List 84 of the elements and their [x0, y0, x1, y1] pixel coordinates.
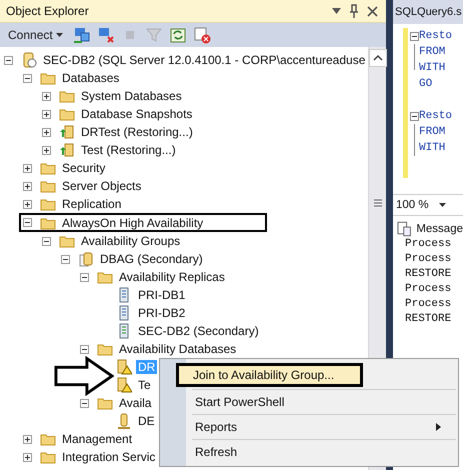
- expand-icon[interactable]: [42, 146, 51, 154]
- tree-item[interactable]: AlwaysOn High Availability: [60, 216, 206, 230]
- tree-item[interactable]: Availability Replicas: [117, 270, 227, 284]
- collapse-icon[interactable]: [4, 56, 13, 64]
- tree-item[interactable]: Te: [136, 378, 153, 392]
- collapse-icon[interactable]: [23, 74, 32, 82]
- collapse-icon[interactable]: [61, 254, 70, 264]
- tree-item[interactable]: Management: [60, 432, 134, 446]
- tree-item[interactable]: DRTest (Restoring...): [79, 125, 195, 139]
- collapse-icon[interactable]: [42, 236, 51, 246]
- collapse-icon[interactable]: [410, 32, 418, 40]
- database-warning-icon: [116, 377, 132, 393]
- expand-icon[interactable]: [42, 110, 51, 118]
- code-line: GO: [419, 78, 432, 90]
- tree-item[interactable]: PRI-DB2: [136, 306, 188, 320]
- dropdown-icon[interactable]: [332, 8, 341, 14]
- message-line: Process: [404, 298, 452, 312]
- message-line: Process: [404, 238, 452, 252]
- pin-icon[interactable]: [349, 4, 359, 18]
- tree-item[interactable]: Availa: [117, 396, 154, 410]
- menu-item[interactable]: Join to Availability Group...: [176, 363, 364, 387]
- menu-item[interactable]: Reports: [162, 417, 456, 437]
- expand-icon[interactable]: [23, 200, 32, 208]
- tree-item[interactable]: DBAG (Secondary): [98, 252, 205, 266]
- zoom-dropdown[interactable]: 100 %: [393, 199, 446, 211]
- code-line: WITH: [419, 62, 446, 74]
- tree-item[interactable]: PRI-DB1: [136, 288, 188, 302]
- code-line: Resto: [419, 110, 452, 122]
- collapse-icon[interactable]: [80, 398, 89, 408]
- collapse-icon[interactable]: [23, 218, 32, 227]
- expand-icon[interactable]: [42, 128, 51, 136]
- document-x-icon[interactable]: [192, 26, 211, 44]
- database-up-arrow-icon: [59, 142, 75, 158]
- tree-item[interactable]: SEC-DB2 (Secondary): [136, 324, 261, 338]
- refresh-icon[interactable]: [168, 26, 187, 44]
- code-line: FROM: [419, 46, 446, 58]
- tree-item[interactable]: DE: [136, 414, 157, 428]
- messages-icon: [397, 221, 412, 237]
- tree-item[interactable]: Server Objects: [60, 179, 144, 193]
- disconnect-server-icon[interactable]: [96, 26, 115, 44]
- code-line: FROM: [419, 126, 446, 138]
- code-line: Resto: [419, 30, 452, 42]
- tree-item[interactable]: Integration Servic: [60, 450, 158, 464]
- tree-item[interactable]: Databases: [60, 71, 122, 85]
- collapse-icon[interactable]: [80, 272, 89, 282]
- database-warning-icon: [116, 359, 132, 375]
- message-line: RESTORE: [404, 268, 452, 282]
- expand-icon[interactable]: [23, 434, 32, 444]
- connect-server-icon[interactable]: [72, 26, 91, 44]
- caret-icon: [438, 203, 446, 207]
- code-line: WITH: [419, 142, 446, 154]
- caret-icon: [56, 33, 63, 37]
- submenu-arrow-icon: [436, 423, 441, 431]
- menu-item[interactable]: Refresh: [162, 442, 456, 462]
- expand-icon[interactable]: [23, 182, 32, 190]
- tree-item[interactable]: Database Snapshots: [79, 107, 194, 121]
- message-line: Process: [404, 283, 452, 297]
- pointer-arrow-drawing: [54, 356, 114, 396]
- tree-item[interactable]: Security: [60, 161, 108, 175]
- tree-item[interactable]: Test (Restoring...): [79, 143, 178, 157]
- document-tab[interactable]: SQLQuery6.s: [393, 0, 463, 24]
- expand-icon[interactable]: [23, 164, 32, 172]
- message-line: Process: [404, 253, 452, 267]
- availability-group-icon: [78, 251, 94, 267]
- panel-title: Object Explorer: [6, 4, 89, 18]
- message-line: RESTORE: [404, 313, 452, 327]
- tree-item[interactable]: SEC-DB2 (SQL Server 12.0.4100.1 - CORP\accentureaduse: [41, 53, 368, 67]
- connect-button[interactable]: Connect: [8, 28, 67, 42]
- database-up-arrow-icon: [59, 124, 75, 140]
- scroll-up-icon[interactable]: [368, 49, 386, 67]
- tree-item[interactable]: Availability Groups: [79, 234, 182, 248]
- collapse-icon[interactable]: [410, 112, 418, 120]
- menu-item[interactable]: Start PowerShell: [162, 392, 456, 412]
- messages-tab[interactable]: Message: [416, 223, 463, 235]
- listener-icon: [116, 413, 132, 429]
- server-database-icon: [21, 52, 37, 68]
- close-icon[interactable]: [367, 6, 378, 16]
- expand-icon[interactable]: [23, 452, 32, 462]
- tree-item[interactable]: Availability Databases: [117, 342, 238, 356]
- tree-item[interactable]: System Databases: [79, 89, 184, 103]
- grip-icon: [374, 199, 382, 207]
- collapse-icon[interactable]: [80, 344, 89, 354]
- expand-icon[interactable]: [42, 92, 51, 100]
- tree-item[interactable]: Replication: [60, 197, 124, 211]
